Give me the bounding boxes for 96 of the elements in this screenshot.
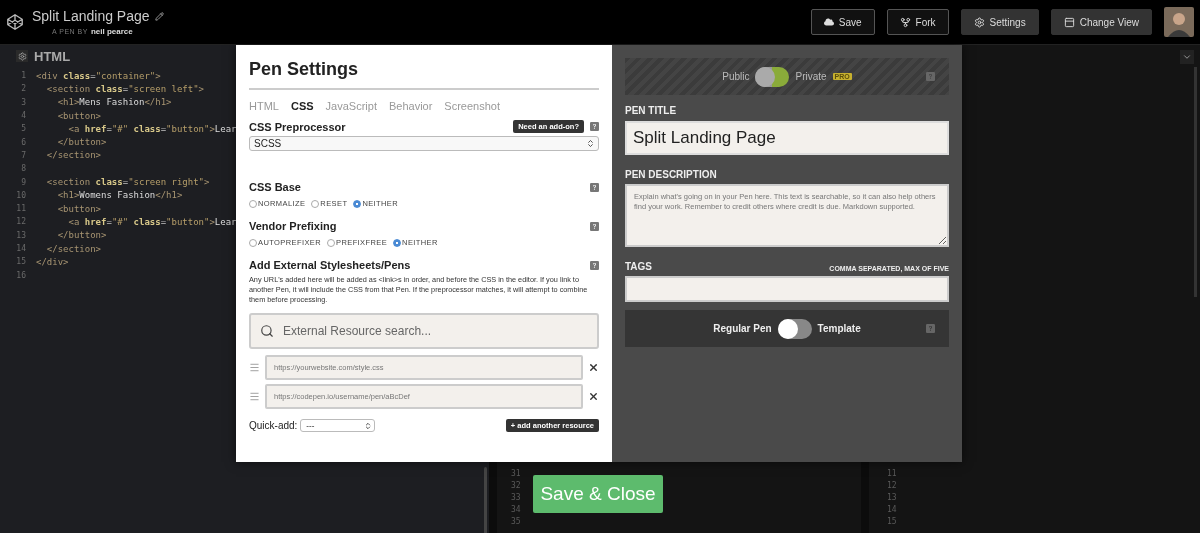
editor-title: HTML xyxy=(34,48,71,64)
line-number: 35 xyxy=(511,517,521,528)
quick-add-select[interactable]: --- xyxy=(300,419,376,432)
code-line: <a href="#" class="button">Lear xyxy=(67,123,237,134)
quick-add-label: Quick-add: xyxy=(249,420,298,431)
pencil-icon[interactable] xyxy=(154,11,164,21)
section-label: Add External Stylesheets/Pens xyxy=(249,259,412,271)
line-number: 4 xyxy=(20,111,27,121)
settings-tab[interactable]: CSS xyxy=(290,100,314,112)
field-label: PEN DESCRIPTION xyxy=(625,169,717,180)
section-label: CSS Preprocessor xyxy=(249,120,347,133)
help-icon[interactable] xyxy=(926,324,935,333)
regular-pen-label: Regular Pen xyxy=(713,323,772,334)
help-icon[interactable] xyxy=(590,122,599,131)
code-line: <section class="screen right"> xyxy=(45,177,210,187)
code-line: <a href="#" class="button">Lear xyxy=(67,216,237,227)
code-line: <h1>Womens Fashion</h1> xyxy=(56,190,183,201)
code-line: </section> xyxy=(45,150,102,161)
fork-icon xyxy=(899,16,911,28)
avatar[interactable] xyxy=(1164,7,1194,37)
code-line: </button> xyxy=(56,137,107,148)
line-number: 12 xyxy=(15,217,27,227)
code-line: <h1>Mens Fashion</h1> xyxy=(56,97,172,108)
public-label: Public xyxy=(722,71,750,82)
line-number: 32 xyxy=(511,481,521,492)
line-number: 11 xyxy=(15,204,27,214)
line-number: 10 xyxy=(15,190,27,200)
line-number: 31 xyxy=(511,469,521,480)
line-number: 16 xyxy=(15,270,27,280)
header-button[interactable]: Fork xyxy=(886,9,949,35)
line-number: 8 xyxy=(20,164,27,174)
code-line: <button> xyxy=(56,203,102,214)
line-number: 14 xyxy=(887,505,897,516)
close-icon[interactable] xyxy=(588,362,599,373)
search-icon xyxy=(260,324,274,338)
radio-button[interactable] xyxy=(311,199,320,208)
line-number: 3 xyxy=(20,97,27,107)
radio-button[interactable] xyxy=(393,238,402,247)
radio-button[interactable] xyxy=(353,199,362,208)
close-icon[interactable] xyxy=(588,391,599,402)
search-field[interactable]: External Resource search... xyxy=(249,313,599,349)
dialog-title: Pen Settings xyxy=(249,57,599,90)
field-label: TAGS xyxy=(625,261,653,272)
line-number: 11 xyxy=(887,469,897,480)
line-number: 13 xyxy=(887,493,897,504)
tags-field[interactable] xyxy=(625,276,949,302)
preprocessor-select[interactable]: SCSS xyxy=(249,136,599,151)
line-number: 5 xyxy=(20,124,27,134)
section-label: Vendor Prefixing xyxy=(249,220,338,232)
radio-button[interactable] xyxy=(249,238,257,247)
radio-button[interactable] xyxy=(327,238,335,247)
header-button[interactable]: Settings xyxy=(960,9,1039,35)
select-arrows-icon xyxy=(364,421,373,430)
line-number: 7 xyxy=(20,150,27,160)
scrollbar[interactable] xyxy=(484,467,487,533)
select-arrows-icon xyxy=(586,139,595,148)
line-number: 12 xyxy=(887,481,897,492)
code-line: <section class="screen left"> xyxy=(45,83,204,94)
line-number: 2 xyxy=(20,84,27,94)
template-label: Template xyxy=(817,323,861,334)
section-label: CSS Base xyxy=(249,181,302,193)
radio-button[interactable] xyxy=(249,199,257,208)
code-line: <div class="container"> xyxy=(36,70,161,81)
line-number: 13 xyxy=(15,230,27,240)
chevron-down-icon[interactable] xyxy=(1182,52,1192,62)
line-number: 33 xyxy=(511,493,521,504)
drag-handle-icon[interactable] xyxy=(249,362,260,373)
drag-handle-icon[interactable] xyxy=(249,391,260,402)
help-icon[interactable] xyxy=(590,182,599,192)
gear-icon[interactable] xyxy=(17,51,27,61)
help-icon[interactable] xyxy=(590,260,599,270)
help-icon[interactable] xyxy=(590,221,599,231)
line-number: 34 xyxy=(511,505,521,516)
toggle-switch[interactable] xyxy=(755,66,790,87)
logo-icon[interactable] xyxy=(6,13,24,31)
line-number: 9 xyxy=(20,177,27,187)
window-icon xyxy=(1063,16,1075,28)
gear-icon xyxy=(973,16,985,28)
code-line: </button> xyxy=(56,230,107,241)
code-line: </section> xyxy=(45,243,102,254)
line-number: 1 xyxy=(20,71,27,81)
line-number: 6 xyxy=(20,137,27,147)
code-line: </div> xyxy=(36,256,69,267)
code-line: <button> xyxy=(56,110,102,121)
cloud-icon xyxy=(823,17,834,27)
toggle-switch[interactable] xyxy=(777,318,812,339)
line-number: 14 xyxy=(15,244,27,253)
field-label: PEN TITLE xyxy=(625,105,677,116)
header-button[interactable]: Change View xyxy=(1050,9,1152,35)
line-number: 15 xyxy=(887,517,897,528)
pen-title: Split Landing Page xyxy=(32,8,150,24)
private-label: Private xyxy=(795,71,827,82)
author-name[interactable]: neil pearce xyxy=(90,27,133,36)
header-button[interactable]: Save xyxy=(810,9,875,35)
title-field[interactable]: Split Landing Page xyxy=(625,121,949,155)
line-number: 15 xyxy=(15,257,27,267)
